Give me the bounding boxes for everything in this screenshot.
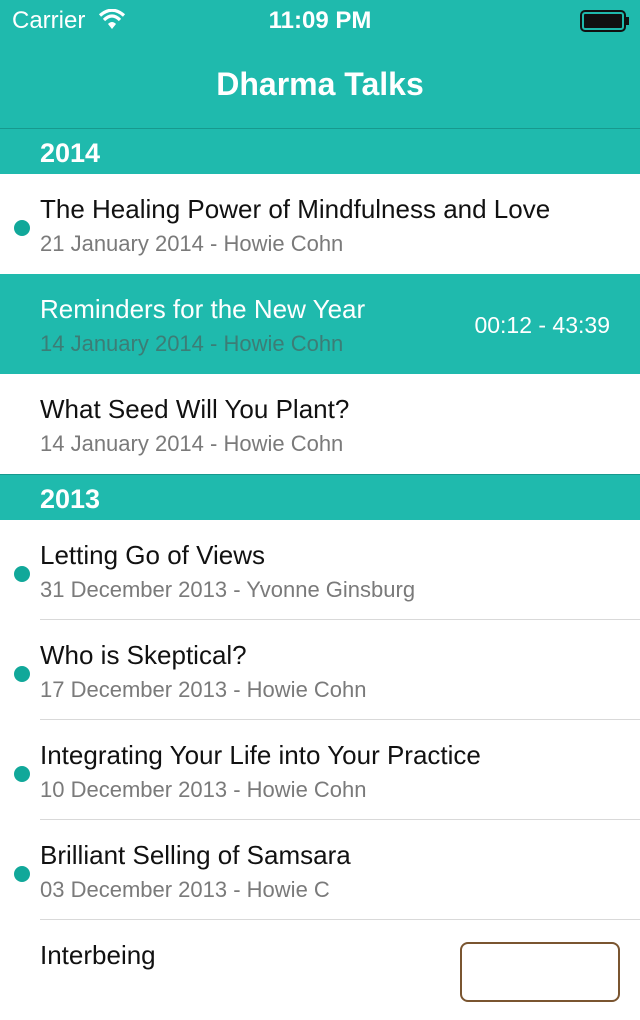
talk-row[interactable]: Who is Skeptical? 17 December 2013 - How…	[0, 620, 640, 720]
status-bar: Carrier 11:09 PM	[0, 0, 640, 40]
unplayed-dot-icon	[14, 220, 30, 236]
battery-icon	[580, 10, 630, 37]
unplayed-dot-icon	[14, 866, 30, 882]
talk-title: Letting Go of Views	[40, 540, 265, 570]
talks-list[interactable]: 2014 The Healing Power of Mindfulness an…	[0, 128, 640, 1020]
navigation-bar: Carrier 11:09 PM Dharma Talks	[0, 0, 640, 128]
unplayed-dot-icon	[14, 666, 30, 682]
talk-title: Integrating Your Life into Your Practice	[40, 740, 481, 770]
talk-title: Brilliant Selling of Samsara	[40, 840, 351, 870]
page-title: Dharma Talks	[216, 66, 424, 102]
talk-subtitle: 10 December 2013 - Howie Cohn	[40, 777, 367, 802]
talk-row[interactable]: Letting Go of Views 31 December 2013 - Y…	[0, 520, 640, 620]
talk-title: What Seed Will You Plant?	[40, 394, 350, 424]
unplayed-dot-icon	[14, 766, 30, 782]
talk-subtitle: 17 December 2013 - Howie Cohn	[40, 677, 367, 702]
talk-row[interactable]: Interbeing	[0, 920, 640, 1020]
talk-row[interactable]: Integrating Your Life into Your Practice…	[0, 720, 640, 820]
talk-title: Who is Skeptical?	[40, 640, 247, 670]
talk-subtitle: 31 December 2013 - Yvonne Ginsburg	[40, 577, 416, 602]
section-header-2014: 2014	[0, 128, 640, 174]
talk-subtitle: 14 January 2014 - Howie Cohn	[40, 431, 344, 456]
talk-subtitle: 03 December 2013 - Howie C	[40, 877, 330, 902]
unplayed-dot-icon	[14, 566, 30, 582]
playback-progress: 00:12 - 43:39	[474, 312, 610, 338]
talk-title: The Healing Power of Mindfulness and Lov…	[40, 194, 551, 224]
talk-row[interactable]: The Healing Power of Mindfulness and Lov…	[0, 174, 640, 274]
section-header-2013: 2013	[0, 474, 640, 520]
talk-row[interactable]: What Seed Will You Plant? 14 January 201…	[0, 374, 640, 474]
download-button[interactable]	[460, 942, 620, 1002]
talk-title: Interbeing	[40, 940, 156, 970]
talk-title: Reminders for the New Year	[40, 294, 366, 324]
talk-row-selected[interactable]: Reminders for the New Year 14 January 20…	[0, 274, 640, 374]
talk-row[interactable]: Brilliant Selling of Samsara 03 December…	[0, 820, 640, 920]
clock-label: 11:09 PM	[268, 7, 372, 34]
talk-subtitle: 14 January 2014 - Howie Cohn	[40, 331, 344, 356]
talk-subtitle: 21 January 2014 - Howie Cohn	[40, 231, 344, 256]
